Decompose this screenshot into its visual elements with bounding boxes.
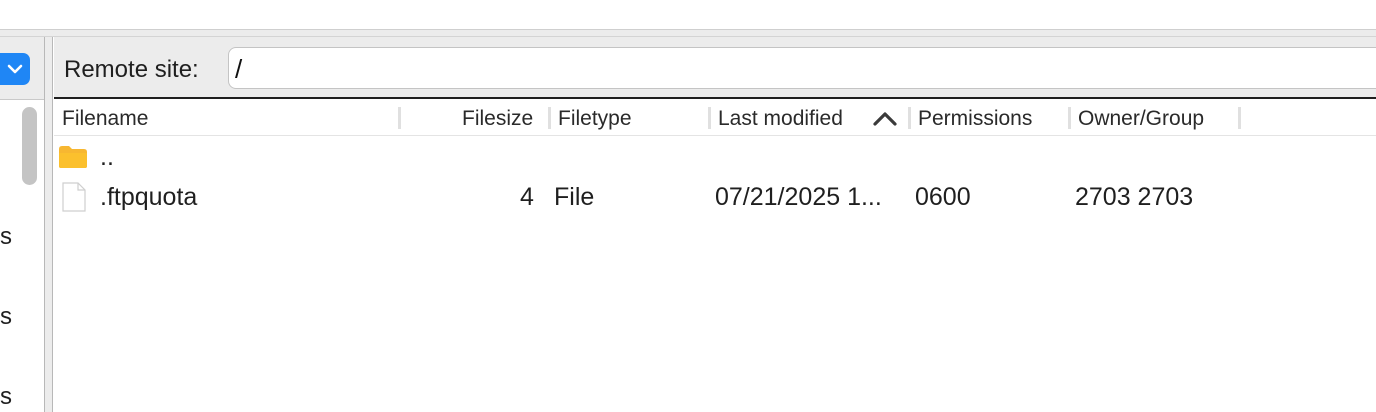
column-header-owner-group[interactable]: Owner/Group — [1078, 99, 1204, 135]
remote-site-header: Remote site: / — [54, 37, 1376, 99]
folder-icon — [59, 146, 87, 168]
file-size: 4 — [520, 183, 534, 211]
column-separator[interactable] — [398, 107, 401, 129]
column-header-filename[interactable]: Filename — [62, 99, 148, 135]
file-last-modified: 07/21/2025 1... — [715, 183, 882, 211]
file-list-row[interactable]: .. — [54, 137, 1376, 177]
column-separator[interactable] — [548, 107, 551, 129]
local-pane: s s s — [0, 37, 44, 412]
pane-splitter[interactable] — [44, 37, 53, 412]
file-name: .ftpquota — [100, 183, 198, 211]
column-header-filesize[interactable]: Filesize — [462, 99, 533, 135]
file-list-row[interactable]: .ftpquota 4 File 07/21/2025 1... 0600 27… — [54, 177, 1376, 217]
remote-site-path-input[interactable]: / — [228, 47, 1376, 89]
column-separator[interactable] — [908, 107, 911, 129]
local-tree-item-partial[interactable]: s — [0, 383, 12, 411]
file-type: File — [554, 183, 595, 211]
column-separator[interactable] — [708, 107, 711, 129]
column-header-filetype[interactable]: Filetype — [558, 99, 632, 135]
local-tree-scrollbar[interactable] — [22, 107, 37, 185]
local-tree-item-partial[interactable]: s — [0, 223, 12, 251]
local-site-dropdown-button[interactable] — [0, 53, 30, 85]
local-site-header — [0, 37, 44, 100]
local-tree-item-partial[interactable]: s — [0, 303, 12, 331]
column-separator[interactable] — [1238, 107, 1241, 129]
file-list-header: Filename Filesize Filetype Last modified… — [54, 99, 1376, 136]
file-icon — [62, 182, 86, 212]
file-name: .. — [100, 143, 114, 171]
file-permissions: 0600 — [915, 183, 971, 211]
remote-site-label: Remote site: — [64, 56, 199, 83]
sort-ascending-icon — [873, 112, 897, 126]
toolbar-area — [0, 0, 1376, 30]
pane-divider-top — [0, 30, 1376, 37]
file-owner-group: 2703 2703 — [1075, 183, 1194, 211]
column-header-last-modified[interactable]: Last modified — [718, 99, 843, 135]
column-header-permissions[interactable]: Permissions — [918, 99, 1032, 135]
chevron-down-icon — [7, 64, 23, 74]
remote-pane: Remote site: / Filename Filesize Filetyp… — [54, 37, 1376, 412]
column-separator[interactable] — [1068, 107, 1071, 129]
